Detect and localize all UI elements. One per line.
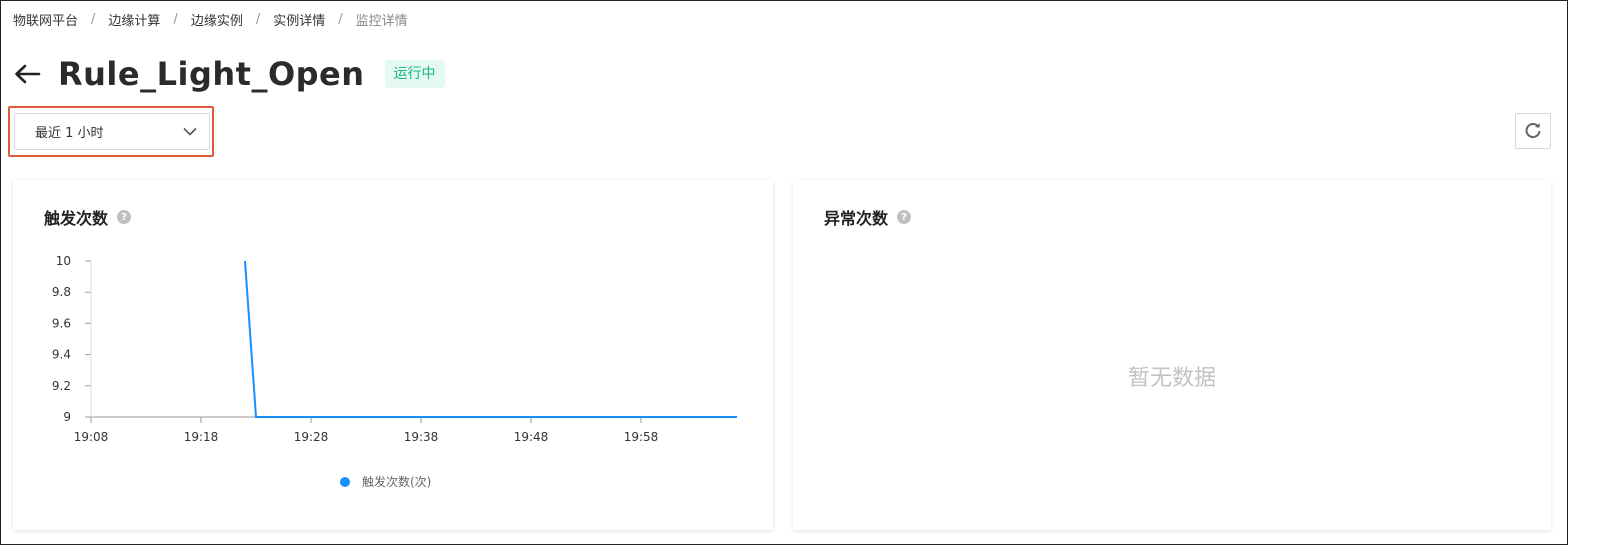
y-tick-label: 9.2 bbox=[52, 379, 71, 393]
y-tick-label: 10 bbox=[56, 254, 71, 268]
breadcrumb-separator: / bbox=[338, 12, 343, 27]
breadcrumb-item-edge-computing[interactable]: 边缘计算 bbox=[108, 10, 160, 29]
breadcrumb-separator: / bbox=[173, 12, 178, 27]
x-tick-label: 19:38 bbox=[404, 430, 439, 444]
arrow-left-icon[interactable] bbox=[13, 62, 41, 86]
title-row: Rule_Light_Open 运行中 bbox=[13, 55, 445, 93]
x-tick-label: 19:28 bbox=[294, 430, 329, 444]
x-tick-label: 19:18 bbox=[184, 430, 219, 444]
breadcrumb-separator: / bbox=[91, 12, 96, 27]
breadcrumb: 物联网平台 / 边缘计算 / 边缘实例 / 实例详情 / 监控详情 bbox=[13, 10, 408, 29]
trigger-count-chart: 9 9.2 9.4 9.6 9.8 10 19:08 19:18 19:28 19:38 19:48… bbox=[52, 254, 737, 489]
y-tick-label: 9.4 bbox=[52, 348, 71, 362]
error-count-title: 异常次数 ? bbox=[824, 205, 912, 229]
page-title: Rule_Light_Open bbox=[58, 55, 365, 93]
breadcrumb-separator: / bbox=[255, 12, 261, 27]
error-count-card: 异常次数 ? 暂无数据 bbox=[793, 180, 1551, 530]
page-frame: 物联网平台 / 边缘计算 / 边缘实例 / 实例详情 / 监控详情 Rule_L… bbox=[0, 0, 1568, 545]
refresh-button[interactable] bbox=[1515, 113, 1551, 149]
trigger-count-card: 触发次数 ? 9 9.2 9.4 9.6 9.8 10 19:08 19:18 19:28 19:… bbox=[13, 180, 773, 530]
series-line bbox=[244, 260, 737, 418]
question-circle-icon[interactable]: ? bbox=[897, 210, 912, 224]
time-range-value: 最近 1 小时 bbox=[35, 126, 104, 141]
time-range-select[interactable]: 最近 1 小时 bbox=[14, 113, 210, 150]
breadcrumb-item-edge-instances[interactable]: 边缘实例 bbox=[191, 10, 243, 29]
y-tick-label: 9.6 bbox=[52, 316, 71, 330]
error-count-title-text: 异常次数 bbox=[824, 209, 889, 228]
status-badge: 运行中 bbox=[384, 60, 445, 88]
chevron-down-icon bbox=[183, 127, 197, 136]
x-tick-label: 19:48 bbox=[514, 430, 549, 444]
breadcrumb-item-instance-detail[interactable]: 实例详情 bbox=[273, 10, 325, 29]
y-tick-label: 9.8 bbox=[52, 285, 71, 299]
refresh-icon bbox=[1525, 123, 1541, 139]
breadcrumb-item-monitor-detail: 监控详情 bbox=[355, 14, 408, 29]
x-tick-label: 19:58 bbox=[624, 430, 659, 444]
y-tick-label: 9 bbox=[63, 410, 71, 424]
x-tick-label: 19:08 bbox=[74, 430, 109, 444]
time-range-select-highlight: 最近 1 小时 bbox=[8, 106, 214, 157]
legend-marker bbox=[340, 477, 350, 487]
breadcrumb-item-iot-platform[interactable]: 物联网平台 bbox=[13, 10, 78, 29]
legend-label: 触发次数(次) bbox=[362, 474, 431, 489]
empty-state-text: 暂无数据 bbox=[1127, 366, 1216, 391]
